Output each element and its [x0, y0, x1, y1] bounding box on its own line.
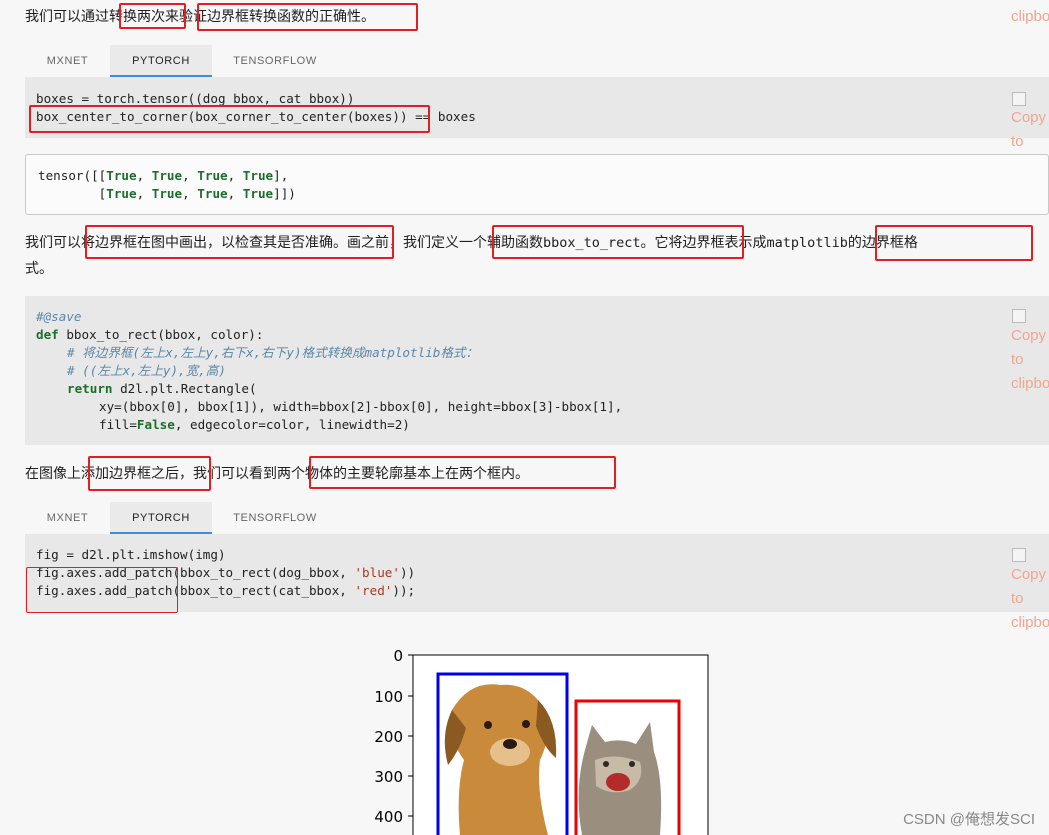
- code-comment: #@save: [36, 309, 82, 324]
- code-line: def bbox_to_rect(bbox, color):: [36, 327, 264, 342]
- code-line: fig = d2l.plt.imshow(img): [36, 547, 226, 562]
- code-line: box_center_to_corner(box_corner_to_cente…: [36, 109, 476, 124]
- code-block-verify: boxes = torch.tensor((dog_bbox, cat_bbox…: [25, 77, 1049, 138]
- output-line: tensor([[True, True, True, True],: [38, 168, 289, 183]
- output-line: [True, True, True, True]]): [38, 186, 296, 201]
- tab-pytorch[interactable]: PYTORCH: [110, 45, 212, 77]
- watermark: CSDN @俺想发SCI: [903, 811, 1035, 828]
- copy-icon[interactable]: [1012, 92, 1026, 106]
- copy-to-clipboard-label[interactable]: clipbo: [1011, 5, 1049, 29]
- tab-mxnet[interactable]: MXNET: [25, 502, 110, 534]
- tab-pytorch[interactable]: PYTORCH: [110, 502, 212, 534]
- framework-tabs: MXNET PYTORCH TENSORFLOW: [25, 45, 338, 77]
- tab-tensorflow[interactable]: TENSORFLOW: [212, 45, 338, 77]
- code-line: return d2l.plt.Rectangle(: [67, 381, 257, 396]
- code-comment: # ((左上x,左上y),宽,高): [67, 363, 226, 378]
- paragraph-add-bbox: 在图像上添加边界框之后，我们可以看到两个物体的主要轮廓基本上在两个框内。: [25, 466, 529, 482]
- paragraph-draw-bbox-line2: 式。: [25, 261, 53, 277]
- code-line: boxes = torch.tensor((dog_bbox, cat_bbox…: [36, 91, 355, 106]
- image-plot: 0 100 200 300 400: [374, 647, 709, 835]
- code-line: xy=(bbox[0], bbox[1]), width=bbox[2]-bbo…: [99, 399, 623, 414]
- code-line: fig.axes.add_patch(bbox_to_rect(cat_bbox…: [36, 583, 416, 598]
- y-tick-label: 100: [374, 688, 403, 706]
- y-axis-ticks: [408, 654, 413, 817]
- copy-button-label[interactable]: Copy to clipbo: [1011, 563, 1049, 635]
- y-tick-label: 0: [393, 647, 403, 665]
- copy-icon[interactable]: [1012, 309, 1026, 323]
- copy-icon[interactable]: [1012, 548, 1026, 562]
- paragraph-verify-conversion: 我们可以通过转换两次来验证边界框转换函数的正确性。: [25, 9, 375, 25]
- y-tick-label: 200: [374, 728, 403, 746]
- code-line: fig.axes.add_patch(bbox_to_rect(dog_bbox…: [36, 565, 416, 580]
- code-line: fill=False, edgecolor=color, linewidth=2…: [99, 417, 410, 432]
- code-block-bbox-to-rect: #@save def bbox_to_rect(bbox, color): # …: [25, 296, 1049, 445]
- output-block: tensor([[True, True, True, True], [True,…: [25, 154, 1049, 215]
- code-comment: # 将边界框(左上x,左上y,右下x,右下y)格式转换成matplotlib格式…: [67, 345, 479, 360]
- tab-mxnet[interactable]: MXNET: [25, 45, 110, 77]
- copy-button-label[interactable]: Copy to clipbo: [1011, 324, 1049, 396]
- code-block-add-patch: fig = d2l.plt.imshow(img) fig.axes.add_p…: [25, 534, 1049, 612]
- y-tick-label: 300: [374, 768, 403, 786]
- framework-tabs: MXNET PYTORCH TENSORFLOW: [25, 502, 338, 534]
- paragraph-draw-bbox: 我们可以将边界框在图中画出，以检查其是否准确。画之前，我们定义一个辅助函数bbo…: [25, 235, 918, 251]
- copy-button-label[interactable]: Copy to: [1011, 106, 1046, 154]
- y-tick-label: 400: [374, 808, 403, 826]
- tab-tensorflow[interactable]: TENSORFLOW: [212, 502, 338, 534]
